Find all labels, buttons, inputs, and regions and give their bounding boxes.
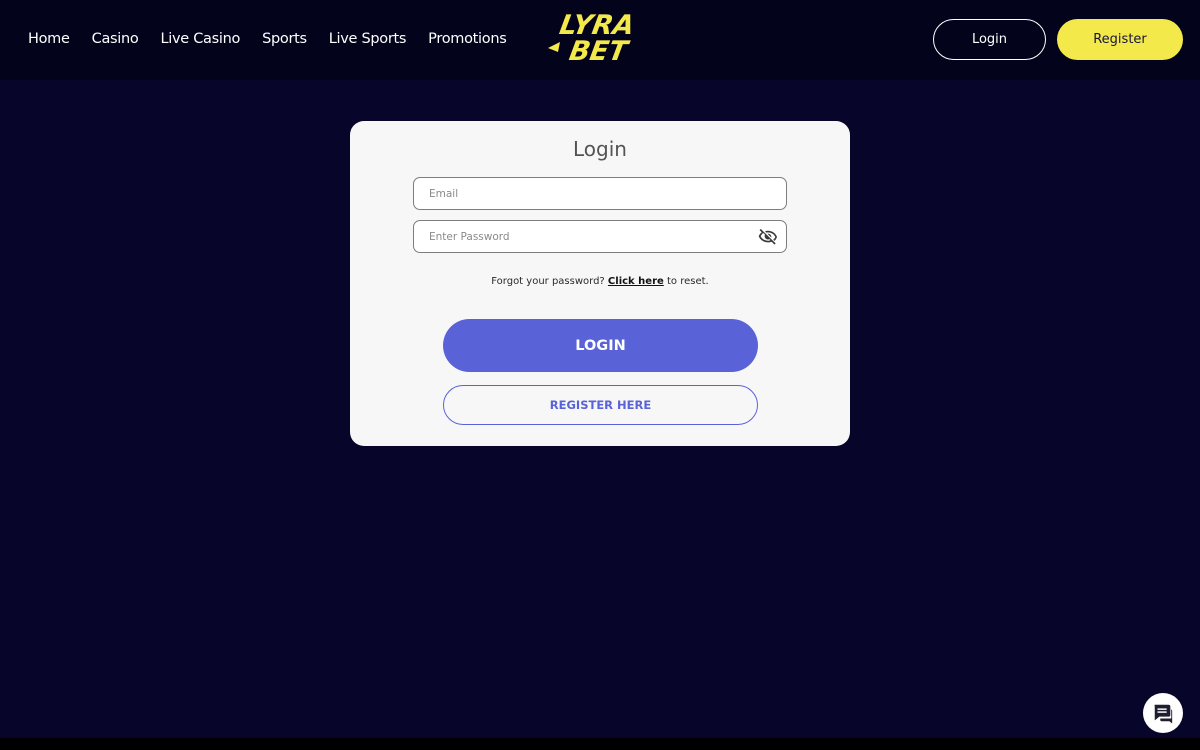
login-button[interactable]: LOGIN — [443, 319, 758, 372]
forgot-password-line: Forgot your password? Click here to rese… — [0, 276, 1200, 287]
email-input[interactable] — [427, 186, 751, 201]
forgot-password-text: Forgot your password? — [491, 276, 605, 287]
login-title: Login — [573, 137, 627, 161]
password-field[interactable] — [413, 220, 787, 253]
reset-password-link[interactable]: Click here — [608, 276, 664, 287]
chat-button[interactable] — [1143, 693, 1183, 733]
nav-item-home[interactable]: Home — [28, 31, 70, 47]
header-register-button[interactable]: Register — [1057, 19, 1183, 60]
top-nav-bar: Home Casino Live Casino Sports Live Spor… — [0, 0, 1200, 80]
nav-item-sports[interactable]: Sports — [262, 31, 307, 47]
main-nav: Home Casino Live Casino Sports Live Spor… — [28, 0, 529, 78]
register-here-button[interactable]: REGISTER HERE — [443, 385, 758, 425]
header-login-button[interactable]: Login — [933, 19, 1046, 60]
nav-item-live-sports[interactable]: Live Sports — [329, 31, 407, 47]
lyrabet-logo[interactable]: LYRA BET — [544, 8, 660, 66]
password-input[interactable] — [427, 229, 751, 244]
eye-off-icon[interactable] — [758, 227, 778, 247]
logo-spark — [548, 42, 560, 52]
nav-item-promotions[interactable]: Promotions — [428, 31, 507, 47]
chat-icon — [1154, 704, 1173, 724]
bottom-bar — [0, 738, 1200, 750]
nav-item-casino[interactable]: Casino — [92, 31, 139, 47]
forgot-password-suffix: to reset. — [666, 276, 709, 287]
nav-item-live-casino[interactable]: Live Casino — [160, 31, 240, 47]
email-field[interactable] — [413, 177, 787, 210]
logo-line-2: BET — [567, 36, 632, 66]
